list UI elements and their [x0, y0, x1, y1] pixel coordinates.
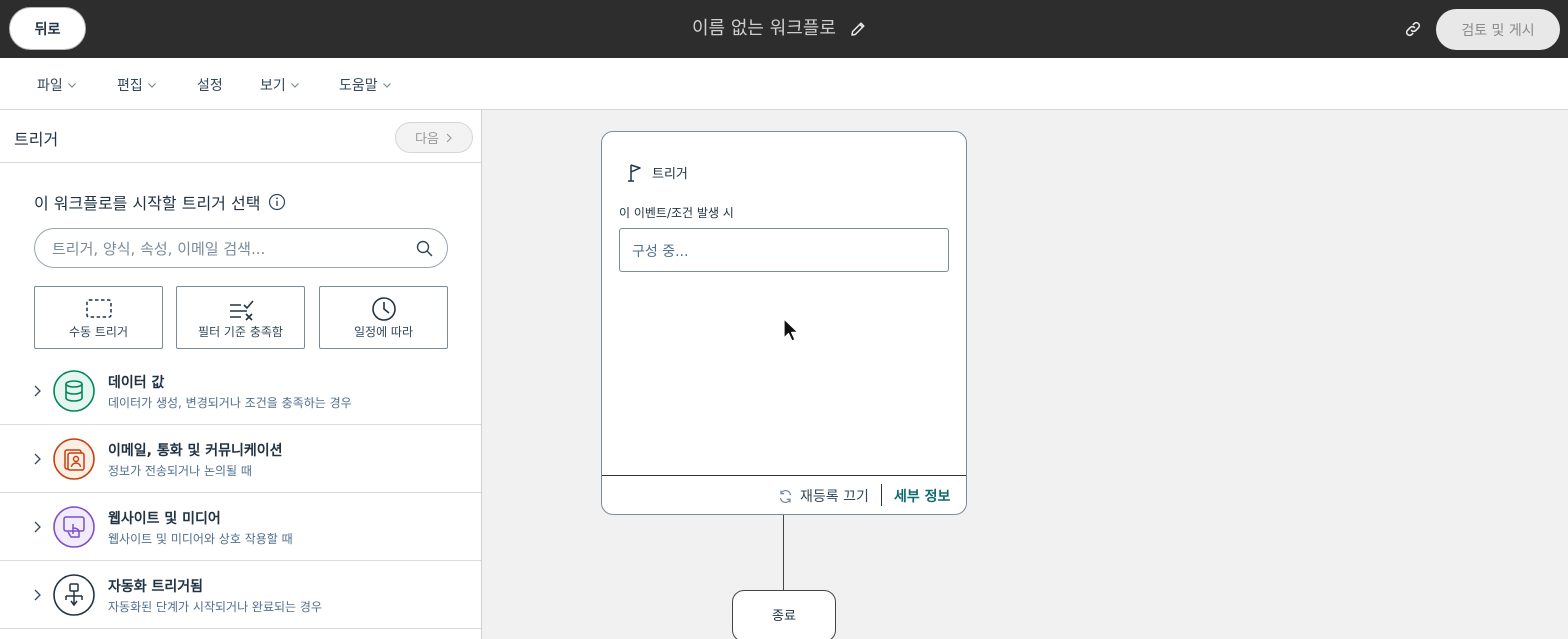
menu-edit[interactable]: 편집: [117, 75, 157, 95]
category-website-media[interactable]: 웹사이트 및 미디어 웹사이트 및 미디어와 상호 작용할 때: [0, 493, 481, 561]
link-icon[interactable]: [1403, 19, 1423, 39]
info-icon[interactable]: [268, 193, 286, 211]
details-link[interactable]: 세부 정보: [894, 486, 950, 506]
choose-trigger-heading: 이 워크플로를 시작할 트리거 선택: [34, 190, 286, 214]
chevron-down-icon: [147, 83, 156, 88]
category-automation[interactable]: 자동화 트리거됨 자동화된 단계가 시작되거나 완료되는 경우: [0, 561, 481, 629]
chevron-down-icon: [67, 83, 76, 88]
menu-edit-label: 편집: [117, 78, 143, 94]
chevron-right-icon: [34, 453, 41, 465]
reenroll-toggle[interactable]: 재등록 끄기: [778, 486, 869, 506]
category-desc: 데이터가 생성, 변경되거나 조건을 충족하는 경우: [108, 396, 352, 410]
menu-settings[interactable]: 설정: [197, 75, 223, 95]
condition-label: 이 이벤트/조건 발생 시: [619, 206, 734, 220]
trigger-card-title: 트리거: [652, 166, 688, 182]
footer-divider: [881, 484, 882, 506]
menu-help-label: 도움말: [339, 78, 378, 94]
mouse-cursor-icon: [783, 318, 799, 342]
next-button-label: 다음: [415, 132, 439, 147]
category-data-values[interactable]: 데이터 값 데이터가 생성, 변경되거나 조건을 충족하는 경우: [0, 357, 481, 425]
pencil-icon[interactable]: [849, 20, 867, 38]
category-email-calls[interactable]: 이메일, 통화 및 커뮤니케이션 정보가 전송되거나 논의될 때: [0, 425, 481, 493]
menu-view[interactable]: 보기: [260, 75, 300, 95]
tile-label: 일정에 따라: [353, 325, 413, 339]
next-button[interactable]: 다음: [395, 122, 473, 153]
chevron-down-icon: [290, 83, 299, 88]
menu-file[interactable]: 파일: [37, 75, 77, 95]
trigger-search[interactable]: [34, 228, 448, 268]
category-title: 이메일, 통화 및 커뮤니케이션: [108, 443, 283, 459]
dashed-box-icon: [85, 299, 112, 318]
category-title: 자동화 트리거됨: [108, 579, 204, 595]
category-title: 웹사이트 및 미디어: [108, 511, 221, 527]
menu-file-label: 파일: [37, 78, 63, 94]
database-icon: [53, 370, 95, 412]
filter-check-icon: [229, 300, 254, 321]
reenroll-label: 재등록 끄기: [800, 489, 869, 505]
top-bar: 뒤로 이름 없는 워크플로 검토 및 게시: [0, 0, 1568, 58]
chevron-right-icon: [34, 521, 41, 533]
manual-trigger-tile[interactable]: 수동 트리거: [34, 286, 163, 349]
search-input[interactable]: [52, 238, 412, 260]
workflow-tree-icon: [53, 574, 95, 616]
trigger-config-box[interactable]: 구성 중...: [619, 228, 949, 272]
chevron-right-icon: [34, 589, 41, 601]
refresh-icon: [779, 489, 792, 503]
clock-icon: [371, 297, 396, 321]
tile-label: 필터 기준 충족함: [198, 325, 283, 339]
connector-line: [783, 515, 784, 591]
trigger-card-footer: 재등록 끄기 세부 정보: [602, 475, 966, 515]
chevron-down-icon: [382, 83, 391, 88]
filter-criteria-tile[interactable]: 필터 기준 충족함: [176, 286, 305, 349]
menu-settings-label: 설정: [197, 78, 223, 94]
panel-header: 트리거 다음: [0, 110, 481, 163]
trigger-card-header: 트리거: [626, 162, 688, 182]
back-button[interactable]: 뒤로: [9, 7, 86, 50]
trigger-panel: 트리거 다음 이 워크플로를 시작할 트리거 선택 수동 트리거: [0, 110, 482, 639]
tile-label: 수동 트리거: [68, 325, 128, 339]
schedule-tile[interactable]: 일정에 따라: [319, 286, 448, 349]
menu-bar: 파일 편집 설정 보기 도움말: [0, 58, 1568, 110]
panel-title: 트리거: [14, 130, 59, 149]
flag-icon: [628, 164, 641, 182]
menu-help[interactable]: 도움말: [339, 75, 392, 95]
workflow-title[interactable]: 이름 없는 워크플로: [692, 17, 836, 41]
contact-card-icon: [53, 438, 95, 480]
review-publish-button[interactable]: 검토 및 게시: [1436, 9, 1560, 50]
category-desc: 정보가 전송되거나 논의될 때: [108, 464, 252, 478]
category-title: 데이터 값: [108, 375, 165, 391]
end-node[interactable]: 종료: [732, 590, 836, 639]
touch-screen-icon: [53, 506, 95, 548]
choose-trigger-text: 이 워크플로를 시작할 트리거 선택: [34, 194, 261, 213]
chevron-right-icon: [446, 133, 452, 142]
category-desc: 웹사이트 및 미디어와 상호 작용할 때: [108, 532, 293, 546]
search-icon[interactable]: [416, 240, 433, 257]
category-desc: 자동화된 단계가 시작되거나 완료되는 경우: [108, 600, 322, 614]
menu-view-label: 보기: [260, 78, 286, 94]
chevron-right-icon: [34, 385, 41, 397]
